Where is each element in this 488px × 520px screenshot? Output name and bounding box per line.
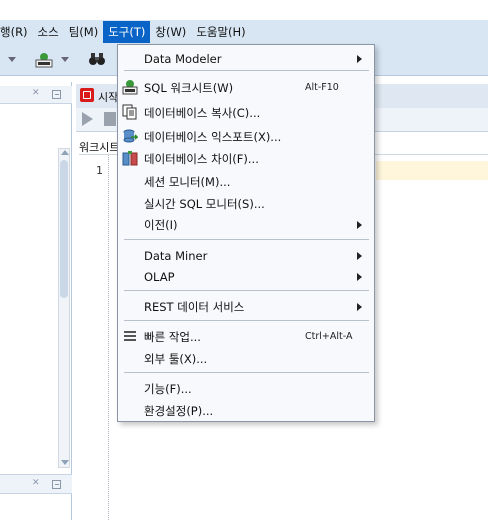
menu-item-session-monitor[interactable]: 세션 모니터(M)... — [144, 172, 230, 192]
menu-team[interactable]: 팀(M) — [64, 21, 103, 43]
menu-item-migration[interactable]: 이전(I) — [144, 215, 178, 235]
scroll-down-icon[interactable] — [61, 460, 69, 465]
database-copy-icon — [122, 104, 137, 120]
line-number: 1 — [96, 164, 103, 177]
submenu-arrow-icon — [357, 55, 362, 63]
start-page-icon[interactable] — [80, 88, 94, 102]
binoculars-icon[interactable] — [88, 52, 106, 66]
panel-minimize-icon[interactable] — [52, 90, 61, 99]
stop-icon[interactable] — [104, 112, 116, 126]
menu-item-quick-tasks[interactable]: 빠른 작업... — [144, 327, 201, 347]
submenu-arrow-icon — [357, 303, 362, 311]
menu-item-rest-data-services[interactable]: REST 데이터 서비스 — [144, 297, 244, 317]
start-tab-label[interactable]: 시작 — [98, 89, 118, 105]
menu-item-database-export[interactable]: 데이터베이스 익스포트(X)... — [144, 127, 281, 147]
submenu-arrow-icon — [357, 273, 362, 281]
menu-item-database-copy[interactable]: 데이터베이스 복사(C)... — [144, 103, 260, 123]
menu-item-features[interactable]: 기능(F)... — [144, 379, 192, 399]
menu-source[interactable]: 소스 — [33, 21, 64, 43]
menu-help[interactable]: 도움말(H) — [191, 21, 250, 43]
menu-item-sql-worksheet[interactable]: SQL 워크시트(W) — [144, 78, 233, 98]
database-export-icon — [123, 129, 138, 143]
submenu-arrow-icon — [357, 221, 362, 229]
submenu-arrow-icon — [357, 252, 362, 260]
menu-tools[interactable]: 도구(T) — [103, 21, 151, 43]
worksheet-tab-label[interactable]: 워크시트 — [79, 139, 119, 155]
sql-dropdown-arrow-icon[interactable] — [61, 57, 69, 62]
menu-item-olap[interactable]: OLAP — [144, 267, 175, 287]
menu-run[interactable]: 행(R) — [0, 21, 33, 43]
menu-separator — [124, 372, 369, 373]
database-diff-icon — [122, 151, 138, 166]
quick-tasks-icon — [124, 331, 136, 341]
panel2-close-icon[interactable]: ✕ — [32, 478, 40, 488]
sql-worksheet-toolbar-icon[interactable] — [35, 52, 53, 68]
panel2-minimize-icon[interactable] — [52, 480, 61, 489]
toolbar-dropdown-arrow-icon[interactable] — [8, 57, 16, 62]
line-number-gutter — [79, 155, 109, 520]
run-icon[interactable] — [82, 112, 93, 126]
scroll-up-icon[interactable] — [61, 150, 69, 155]
menu-item-external-tools[interactable]: 외부 툴(X)... — [144, 349, 207, 369]
menu-window[interactable]: 창(W) — [150, 21, 191, 43]
scrollbar-thumb[interactable] — [60, 160, 68, 298]
current-line-highlight — [376, 161, 488, 180]
menu-item-realtime-sql-monitor[interactable]: 실시간 SQL 모니터(S)... — [144, 194, 265, 214]
menu-separator — [124, 290, 369, 291]
title-bar-area — [0, 0, 488, 20]
menu-separator — [124, 239, 369, 240]
menu-item-data-miner[interactable]: Data Miner — [144, 246, 207, 266]
menu-item-preferences[interactable]: 환경설정(P)... — [144, 401, 213, 421]
shortcut-quick-tasks: Ctrl+Alt-A — [305, 331, 353, 342]
menu-item-database-diff[interactable]: 데이터베이스 차이(F)... — [144, 149, 259, 169]
menu-item-data-modeler[interactable]: Data Modeler — [144, 49, 221, 69]
menu-separator — [124, 70, 369, 71]
shortcut-sql-worksheet: Alt-F10 — [305, 82, 339, 93]
panel-close-icon[interactable]: ✕ — [32, 88, 40, 98]
menu-bar: 행(R) 소스 팀(M) 도구(T) 창(W) 도움말(H) — [0, 20, 488, 44]
menu-separator — [124, 320, 369, 321]
sql-worksheet-icon — [122, 80, 138, 95]
